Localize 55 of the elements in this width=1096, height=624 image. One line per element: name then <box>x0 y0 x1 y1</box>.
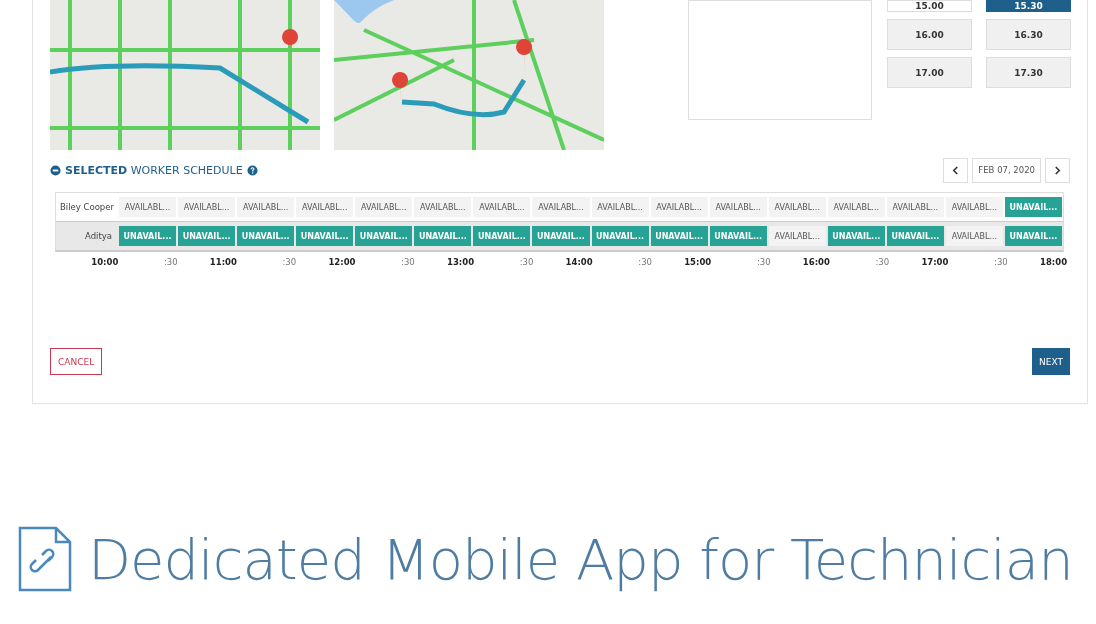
time-slot-button[interactable]: 17.00 <box>887 57 972 88</box>
schedule-slot[interactable]: AVAILABL... <box>414 197 472 217</box>
schedule-slot[interactable]: AVAILABL... <box>296 197 354 217</box>
time-tick: :30 <box>637 257 652 267</box>
chevron-right-icon <box>1054 165 1061 175</box>
schedule-slot[interactable]: AVAILABL... <box>827 197 885 217</box>
time-slot-button[interactable]: 16.30 <box>986 19 1071 50</box>
time-tick: 14:00 <box>564 257 593 267</box>
page-heading: Dedicated Mobile App for Technician <box>88 526 1073 592</box>
time-tick: 18:00 <box>1039 257 1068 267</box>
time-tick: :30 <box>755 257 771 267</box>
schedule-slot[interactable]: AVAILABL... <box>119 197 177 217</box>
schedule-slot[interactable]: AVAILABL... <box>237 197 295 217</box>
chevron-left-icon <box>952 165 960 175</box>
schedule-slot[interactable]: AVAILABL... <box>886 197 944 217</box>
schedule-slot[interactable]: AVAILABL... <box>473 197 531 217</box>
time-tick: 15:00 <box>683 257 712 267</box>
time-slot-button[interactable]: 15.30 <box>986 0 1071 12</box>
time-tick: :30 <box>993 257 1008 267</box>
time-tick: 13:00 <box>446 257 475 267</box>
cancel-button[interactable]: CANCEL <box>50 348 103 375</box>
time-slot-button[interactable]: 15.00 <box>887 0 972 12</box>
time-tick: 17:00 <box>920 257 949 267</box>
time-tick: :30 <box>162 257 178 267</box>
schedule-slot[interactable]: AVAILABL... <box>178 197 236 217</box>
time-tick: 16:00 <box>801 257 830 267</box>
schedule-slot[interactable]: AVAILABL... <box>945 226 1003 246</box>
schedule-slot[interactable]: AVAILABL... <box>650 197 708 217</box>
next-button[interactable]: NEXT <box>1032 348 1070 375</box>
next-day-button[interactable] <box>1045 157 1070 183</box>
time-tick: 10:00 <box>90 257 119 267</box>
schedule-slot[interactable]: AVAILABL... <box>768 226 826 246</box>
time-tick: :30 <box>281 257 297 267</box>
worker-name: Aditya <box>84 231 113 241</box>
schedule-slot[interactable]: AVAILABL... <box>591 197 649 217</box>
schedule-title: SELECTED WORKER SCHEDULE <box>65 163 243 177</box>
document-link-icon <box>18 526 72 592</box>
notes-field[interactable] <box>688 0 872 120</box>
schedule-slot[interactable]: AVAILABL... <box>768 197 826 217</box>
time-slot-button[interactable]: 16.00 <box>887 19 972 50</box>
time-tick: 11:00 <box>208 257 237 267</box>
collapse-icon[interactable] <box>50 164 61 176</box>
schedule-slot[interactable]: AVAILABL... <box>709 197 767 217</box>
time-slot-button[interactable]: 17.30 <box>986 57 1071 88</box>
help-icon[interactable] <box>246 164 258 176</box>
schedule-slot[interactable]: AVAILABL... <box>355 197 413 217</box>
schedule-slot[interactable]: AVAILABL... <box>532 197 590 217</box>
date-field[interactable]: FEB 07, 2020 <box>972 157 1041 183</box>
time-tick: :30 <box>518 257 534 267</box>
worker-name: Biley Cooper <box>59 202 115 212</box>
schedule-slot[interactable]: AVAILABL... <box>945 197 1003 217</box>
time-tick: 12:00 <box>327 257 356 267</box>
previous-button[interactable] <box>943 157 969 183</box>
time-tick: :30 <box>400 257 415 267</box>
time-tick: :30 <box>874 257 890 267</box>
